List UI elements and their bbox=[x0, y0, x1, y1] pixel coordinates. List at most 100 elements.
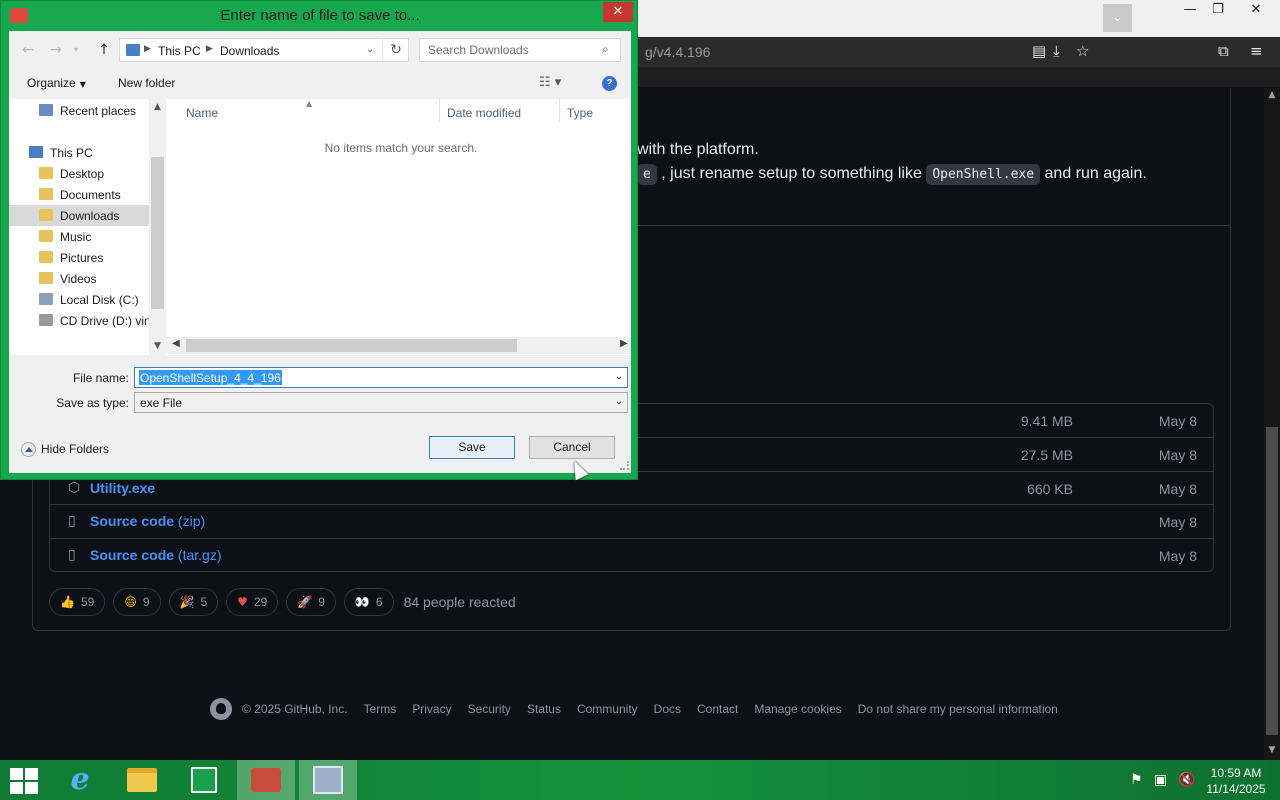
scroll-left-icon[interactable]: ◀ bbox=[172, 338, 180, 349]
asset-date: May 8 bbox=[1158, 548, 1197, 564]
chevron-down-icon[interactable]: ⌄ bbox=[1103, 4, 1132, 32]
column-header-name[interactable]: Name bbox=[186, 106, 218, 120]
save-type-select[interactable]: exe File ⌄ bbox=[134, 392, 628, 413]
back-arrow-icon[interactable]: ← bbox=[17, 40, 39, 60]
cancel-button[interactable]: Cancel bbox=[529, 436, 615, 459]
chevron-right-icon[interactable]: ▶ bbox=[144, 44, 151, 54]
nav-pane-scrollbar-thumb[interactable] bbox=[151, 157, 164, 309]
nav-item-this-pc[interactable]: This PC bbox=[9, 142, 149, 163]
asset-row[interactable]: ▯ Source code (tar.gz) May 8 bbox=[50, 538, 1213, 571]
search-box[interactable]: ⌕ bbox=[419, 38, 621, 62]
file-list-hscrollbar-thumb[interactable] bbox=[186, 339, 517, 352]
taskbar-open-shell[interactable] bbox=[237, 760, 295, 800]
taskbar-internet-explorer[interactable]: e bbox=[51, 760, 109, 800]
forward-arrow-icon[interactable]: → bbox=[45, 40, 67, 60]
thumbs-up-icon: 👍 bbox=[60, 595, 75, 609]
restore-icon[interactable]: ❐ bbox=[1200, 0, 1236, 22]
reader-view-icon[interactable]: ▤ bbox=[1032, 42, 1046, 60]
refresh-icon[interactable]: ↻ bbox=[382, 39, 409, 61]
taskbar-file-explorer[interactable] bbox=[113, 760, 171, 800]
reaction-heart[interactable]: ♥ 29 bbox=[226, 588, 279, 616]
footer-link-docs[interactable]: Docs bbox=[654, 702, 681, 716]
taskbar-store[interactable] bbox=[175, 760, 233, 800]
scroll-up-icon[interactable]: ▲ bbox=[149, 102, 166, 112]
file-name-input[interactable]: OpenShellSetup_4_4_196 bbox=[140, 371, 281, 385]
footer-link-manage-cookies[interactable]: Manage cookies bbox=[754, 702, 841, 716]
search-input[interactable] bbox=[420, 39, 598, 61]
save-file-dialog: Enter name of file to save to... ✕ ← → ▾… bbox=[0, 0, 638, 480]
footer-link-security[interactable]: Security bbox=[468, 702, 511, 716]
flag-icon[interactable]: ⚑ bbox=[1130, 772, 1143, 788]
extensions-icon[interactable]: ⧉ bbox=[1218, 42, 1229, 60]
nav-item-pictures[interactable]: Pictures bbox=[9, 247, 149, 268]
scroll-down-icon[interactable]: ▼ bbox=[1264, 745, 1280, 755]
chevron-right-icon[interactable]: ▶ bbox=[206, 44, 213, 54]
close-icon[interactable]: ✕ bbox=[603, 2, 633, 22]
nav-item-recent-places[interactable]: Recent places bbox=[9, 100, 149, 121]
asset-date: May 8 bbox=[1158, 447, 1197, 463]
scroll-up-icon[interactable]: ▲ bbox=[1264, 90, 1280, 100]
github-logo-icon[interactable] bbox=[210, 698, 232, 720]
breadcrumb-downloads[interactable]: Downloads bbox=[220, 44, 279, 58]
chevron-down-icon[interactable]: ⌄ bbox=[366, 44, 374, 55]
reaction-eyes[interactable]: 👀 6 bbox=[343, 588, 394, 616]
chevron-down-icon[interactable]: ⌄ bbox=[615, 396, 623, 407]
close-icon[interactable]: ✕ bbox=[1238, 0, 1274, 22]
network-icon[interactable]: ▣ bbox=[1154, 772, 1167, 788]
clock[interactable]: 10:59 AM 11/14/2025 bbox=[1196, 765, 1276, 797]
star-icon[interactable]: ☆ bbox=[1076, 42, 1089, 60]
menu-icon[interactable]: ≡ bbox=[1250, 42, 1263, 60]
reaction-count: 6 bbox=[375, 595, 383, 609]
recent-chevron-icon[interactable]: ▾ bbox=[69, 40, 83, 60]
nav-item-videos[interactable]: Videos bbox=[9, 268, 149, 289]
footer-link-contact[interactable]: Contact bbox=[697, 702, 738, 716]
start-button[interactable] bbox=[10, 768, 40, 794]
reaction-tada[interactable]: 🎉 5 bbox=[168, 588, 219, 616]
resize-grip-icon[interactable] bbox=[620, 461, 629, 470]
nav-item-documents[interactable]: Documents bbox=[9, 184, 149, 205]
column-divider[interactable] bbox=[439, 99, 440, 123]
chevron-down-icon[interactable]: ⌄ bbox=[615, 371, 623, 382]
scroll-down-icon[interactable]: ▼ bbox=[149, 341, 166, 351]
column-divider[interactable] bbox=[559, 99, 560, 123]
save-button[interactable]: Save bbox=[429, 436, 515, 459]
asset-link[interactable]: Source code (zip) bbox=[90, 513, 205, 529]
column-header-date-modified[interactable]: Date modified bbox=[447, 106, 521, 120]
reaction-rocket[interactable]: 🚀 9 bbox=[286, 588, 336, 616]
new-folder-button[interactable]: New folder bbox=[118, 76, 175, 90]
footer-link-terms[interactable]: Terms bbox=[364, 702, 397, 716]
taskbar-installer[interactable] bbox=[299, 760, 357, 800]
up-arrow-icon[interactable]: ↑ bbox=[93, 40, 115, 60]
reaction-thumbs-up[interactable]: 👍 59 bbox=[49, 588, 106, 616]
view-options-icon[interactable]: ☷ ▾ bbox=[539, 75, 561, 90]
file-name-field[interactable]: OpenShellSetup_4_4_196 ⌄ bbox=[134, 367, 628, 388]
footer-link-do-not-share[interactable]: Do not share my personal information bbox=[858, 702, 1058, 716]
nav-item-downloads[interactable]: Downloads bbox=[9, 205, 149, 226]
reaction-count: 5 bbox=[200, 595, 208, 609]
nav-item-local-disk[interactable]: Local Disk (C:) bbox=[9, 289, 149, 310]
nav-item-desktop[interactable]: Desktop bbox=[9, 163, 149, 184]
nav-pane-scrollbar[interactable]: ▲ ▼ bbox=[149, 99, 166, 355]
asset-link[interactable]: Utility.exe bbox=[90, 480, 155, 496]
search-icon[interactable]: ⌕ bbox=[602, 42, 609, 57]
reaction-smile[interactable]: 😄 9 bbox=[113, 588, 161, 616]
page-scrollbar-thumb[interactable] bbox=[1266, 427, 1278, 735]
footer-link-community[interactable]: Community bbox=[577, 702, 638, 716]
nav-item-music[interactable]: Music bbox=[9, 226, 149, 247]
file-list-hscrollbar[interactable]: ◀ ▶ bbox=[166, 337, 631, 354]
footer-link-status[interactable]: Status bbox=[527, 702, 561, 716]
asset-link[interactable]: Source code (tar.gz) bbox=[90, 547, 222, 563]
nav-item-cd-drive[interactable]: CD Drive (D:) virt bbox=[9, 310, 151, 331]
scroll-right-icon[interactable]: ▶ bbox=[620, 338, 628, 349]
footer-link-privacy[interactable]: Privacy bbox=[412, 702, 451, 716]
asset-row[interactable]: ▯ Source code (zip) May 8 bbox=[50, 504, 1213, 537]
volume-muted-icon[interactable]: 🔇 bbox=[1178, 772, 1195, 788]
organize-menu[interactable]: Organize ▼ bbox=[27, 76, 86, 90]
column-header-type[interactable]: Type bbox=[567, 106, 593, 120]
reaction-count: 29 bbox=[253, 595, 268, 609]
download-icon[interactable]: ⤓ bbox=[1053, 42, 1060, 60]
breadcrumb-this-pc[interactable]: This PC bbox=[158, 44, 201, 58]
help-icon[interactable]: ? bbox=[602, 76, 617, 91]
hide-folders-button[interactable]: Hide Folders bbox=[21, 442, 109, 458]
address-breadcrumb[interactable]: ▶ This PC ▶ Downloads ⌄ ↻ bbox=[119, 38, 409, 62]
